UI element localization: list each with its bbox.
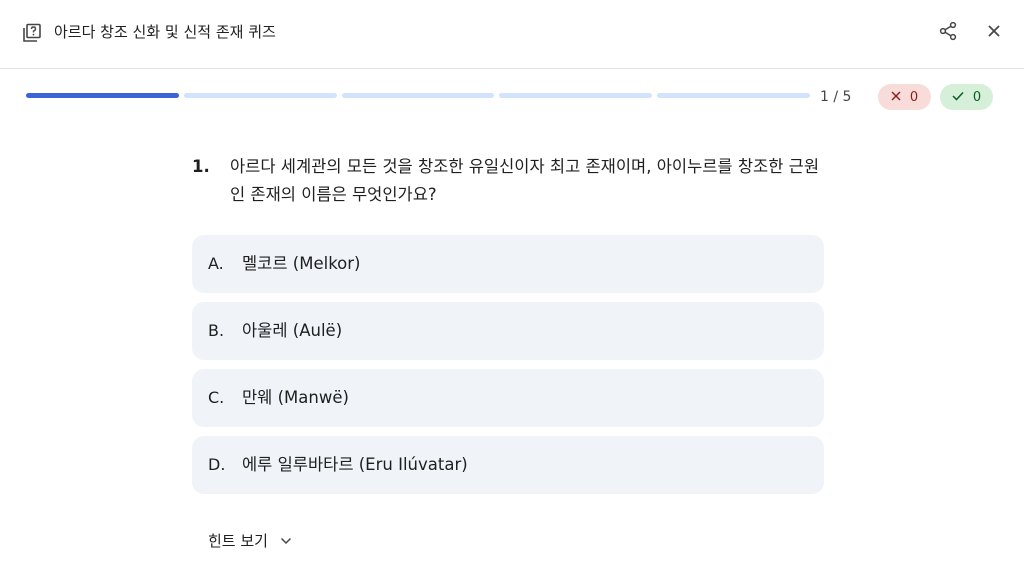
correct-count: 0 bbox=[972, 89, 982, 105]
option-letter: A. bbox=[208, 254, 224, 273]
question-counter: 1 / 5 bbox=[820, 89, 852, 105]
progress-segment bbox=[657, 93, 810, 98]
quiz-header: 아르다 창조 신화 및 신적 존재 퀴즈 bbox=[0, 0, 1024, 69]
wrong-count-badge: 0 bbox=[878, 84, 931, 110]
correct-count-badge: 0 bbox=[940, 84, 993, 110]
check-icon bbox=[952, 90, 964, 105]
option-text: 에루 일루바타르 (Eru Ilúvatar) bbox=[242, 455, 468, 474]
wrong-count: 0 bbox=[909, 89, 919, 105]
hint-label: 힌트 보기 bbox=[208, 531, 268, 550]
option-c[interactable]: C. 만웨 (Manwë) bbox=[192, 369, 824, 427]
progress-segment bbox=[26, 93, 179, 98]
option-text: 만웨 (Manwë) bbox=[242, 388, 349, 407]
share-button[interactable] bbox=[936, 21, 960, 45]
option-text: 멜코르 (Melkor) bbox=[242, 254, 361, 273]
option-text: 아울레 (Aulë) bbox=[242, 321, 343, 340]
progress-segment bbox=[499, 93, 653, 98]
close-button[interactable] bbox=[982, 21, 1006, 45]
share-icon bbox=[938, 21, 958, 45]
question-text: 아르다 세계관의 모든 것을 창조한 유일신이자 최고 존재이며, 아이누르를 … bbox=[230, 157, 819, 204]
close-icon bbox=[984, 21, 1004, 45]
option-d[interactable]: D. 에루 일루바타르 (Eru Ilúvatar) bbox=[192, 436, 824, 494]
option-a[interactable]: A. 멜코르 (Melkor) bbox=[192, 235, 824, 293]
progress-segment bbox=[341, 93, 495, 98]
option-letter: B. bbox=[208, 321, 225, 340]
option-b[interactable]: B. 아울레 (Aulë) bbox=[192, 302, 824, 360]
close-icon bbox=[891, 90, 901, 105]
question-number: 1. bbox=[192, 157, 210, 176]
show-hint-button[interactable]: 힌트 보기 bbox=[200, 524, 300, 556]
answer-options: A. 멜코르 (Melkor) B. 아울레 (Aulë) C. 만웨 (Man… bbox=[192, 235, 824, 503]
option-letter: C. bbox=[208, 388, 225, 407]
quiz-title: 아르다 창조 신화 및 신적 존재 퀴즈 bbox=[54, 23, 276, 41]
quiz-icon bbox=[22, 23, 42, 43]
progress-bar bbox=[26, 93, 810, 98]
chevron-down-icon bbox=[280, 531, 292, 549]
option-letter: D. bbox=[208, 455, 226, 474]
progress-segment bbox=[183, 93, 337, 98]
